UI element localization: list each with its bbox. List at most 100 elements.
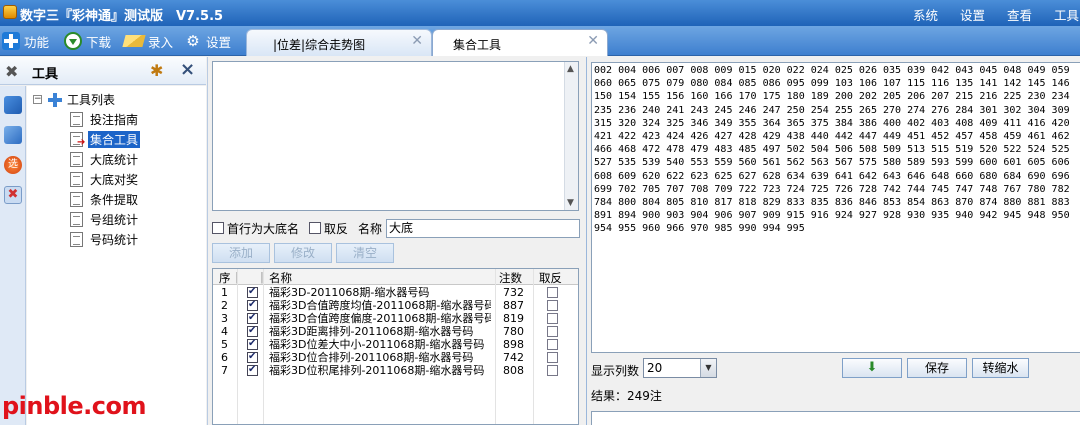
row-seq: 1 <box>221 286 228 299</box>
menu-view[interactable]: 查看 <box>1007 5 1032 24</box>
tool-panel-title: 工具 <box>32 67 59 82</box>
row-count: 742 <box>503 351 524 364</box>
columns-label: 显示列数 <box>591 364 640 378</box>
tool-tree: − 工具列表 投注指南 ➔ 集合工具大底统计大底对奖 条件提取号组统计号码统计 <box>27 86 206 425</box>
row-invert-checkbox[interactable] <box>547 326 558 337</box>
menu-settings[interactable]: 设置 <box>960 5 985 24</box>
tree-item-label: 号码统计 <box>90 232 139 247</box>
action-buttons: 添加 修改 清空 <box>212 243 398 263</box>
columns-select[interactable]: 20 ▼ <box>643 358 717 378</box>
title-bar: 数字三『彩神通』测试版 V7.5.5 系统 设置 查看 工具 <box>0 0 1080 26</box>
row-checkbox[interactable] <box>247 285 258 298</box>
tree-item-label: 大底统计 <box>90 152 139 167</box>
first-line-label: 首行为大底名 <box>227 221 300 236</box>
name-input[interactable]: 大底 <box>386 218 581 238</box>
tab-set-tools[interactable]: 集合工具 ✕ <box>432 29 608 56</box>
settings-gear-icon[interactable]: ✱ <box>150 61 163 80</box>
tree-item[interactable]: 投注指南 <box>70 109 143 129</box>
tree-item[interactable]: 条件提取 <box>70 189 143 209</box>
header-seq[interactable]: 序 <box>219 270 231 286</box>
function-button[interactable]: 功能 <box>2 31 49 51</box>
row-checkbox[interactable] <box>247 311 258 324</box>
first-line-checkbox[interactable] <box>212 222 224 234</box>
menu-tools[interactable]: 工具 <box>1054 5 1080 24</box>
menu-bar: 系统 设置 查看 工具 <box>913 5 1080 24</box>
save-button[interactable]: 保存 <box>907 358 967 378</box>
row-checkbox[interactable] <box>247 363 258 376</box>
function-label: 功能 <box>24 34 50 50</box>
row-invert-checkbox[interactable] <box>547 365 558 376</box>
input-button[interactable]: 录入 <box>122 31 173 51</box>
document-icon <box>70 231 83 247</box>
row-name: 福彩3D合值跨度均值-2011068期-缩水器号码 <box>269 299 491 312</box>
collapse-icon[interactable]: − <box>33 95 42 104</box>
vertical-scrollbar[interactable]: ▲ ▼ <box>564 62 578 210</box>
bottom-text-box[interactable] <box>591 411 1080 425</box>
name-label: 名称 <box>358 221 383 236</box>
tree-item[interactable]: 号码统计 <box>70 229 143 249</box>
table-row[interactable]: 7 福彩3D位积尾排列-2011068期-缩水器号码 808 <box>213 363 578 377</box>
row-checkbox[interactable] <box>247 337 258 350</box>
tools-icon: ✖ <box>5 62 19 81</box>
table-row[interactable]: 1 福彩3D-2011068期-缩水器号码 732 <box>213 285 578 299</box>
row-invert-checkbox[interactable] <box>547 287 558 298</box>
table-row[interactable]: 6 福彩3D位合排列-2011068期-缩水器号码 742 <box>213 350 578 364</box>
pick-icon[interactable]: 选 <box>4 156 22 174</box>
scroll-down-icon[interactable]: ▼ <box>567 198 574 208</box>
close-icon[interactable]: ✕ <box>411 33 423 49</box>
menu-system[interactable]: 系统 <box>913 5 938 24</box>
download-label: 下载 <box>86 34 112 50</box>
row-seq: 3 <box>221 312 228 325</box>
add-button[interactable]: 添加 <box>212 243 270 263</box>
result-count: 结果：249注 <box>591 389 662 403</box>
result-numbers: 002 004 006 007 008 009 015 020 022 024 … <box>592 63 1080 237</box>
table-row[interactable]: 3 福彩3D合值跨度偏度-2011068期-缩水器号码 819 <box>213 311 578 325</box>
tree-item-label: 号组统计 <box>90 212 139 227</box>
result-line: 891 894 900 903 904 906 907 909 915 916 … <box>594 210 1070 222</box>
chart-icon[interactable] <box>4 96 22 114</box>
filter-icon[interactable] <box>4 126 22 144</box>
download-button[interactable]: 下载 <box>64 31 111 51</box>
invert-checkbox[interactable] <box>309 222 322 234</box>
table-row[interactable]: 4 福彩3D距离排列-2011068期-缩水器号码 780 <box>213 324 578 338</box>
row-invert-checkbox[interactable] <box>547 339 558 350</box>
grid-rows: 1 福彩3D-2011068期-缩水器号码 732 2 福彩3D合值跨度均值-20110… <box>213 285 578 377</box>
tree-item[interactable]: ➔ 集合工具 <box>70 129 143 149</box>
close-icon[interactable]: ✕ <box>587 33 599 49</box>
columns-value: 20 <box>647 361 663 375</box>
tree-item-label: 集合工具 <box>88 130 141 148</box>
tab-label: 集合工具 <box>453 38 502 52</box>
document-icon <box>70 191 83 207</box>
row-invert-checkbox[interactable] <box>547 313 558 324</box>
convert-button[interactable]: 转缩水 <box>972 358 1029 378</box>
row-invert-checkbox[interactable] <box>547 352 558 363</box>
tab-trend-chart[interactable]: |位差|综合走势图 ✕ <box>246 29 432 56</box>
result-line: 784 800 804 805 810 817 818 829 833 835 … <box>594 197 1070 209</box>
tree-root[interactable]: − 工具列表 <box>33 91 115 108</box>
result-line: 315 320 324 325 346 349 355 364 365 375 … <box>594 117 1070 129</box>
tree-items: 投注指南 ➔ 集合工具大底统计大底对奖 条件提取号组统计号码统计 <box>70 109 143 249</box>
edit-button[interactable]: 修改 <box>274 243 332 263</box>
table-row[interactable]: 5 福彩3D位差大中小-2011068期-缩水器号码 898 <box>213 337 578 351</box>
table-row[interactable]: 2 福彩3D合值跨度均值-2011068期-缩水器号码 887 <box>213 298 578 312</box>
scroll-up-icon[interactable]: ▲ <box>567 64 574 74</box>
row-checkbox[interactable] <box>247 298 258 311</box>
tree-item[interactable]: 大底对奖 <box>70 169 143 189</box>
row-invert-checkbox[interactable] <box>547 300 558 311</box>
tools-icon[interactable]: ✖ <box>4 186 22 204</box>
tree-item[interactable]: 号组统计 <box>70 209 143 229</box>
header-count[interactable]: 注数 <box>499 270 522 286</box>
header-name[interactable]: 名称 <box>269 270 292 286</box>
chevron-down-icon[interactable]: ▼ <box>700 359 716 377</box>
download-icon <box>64 32 82 50</box>
settings-button[interactable]: ⚙ 设置 <box>184 31 231 51</box>
row-checkbox[interactable] <box>247 350 258 363</box>
number-input-area[interactable]: ▲ ▼ <box>212 61 579 211</box>
close-panel-icon[interactable]: × <box>180 59 195 80</box>
export-button[interactable]: ⬇ <box>842 358 902 378</box>
row-checkbox[interactable] <box>247 324 258 337</box>
clear-button[interactable]: 清空 <box>336 243 394 263</box>
tree-item[interactable]: 大底统计 <box>70 149 143 169</box>
result-text-box[interactable]: 002 004 006 007 008 009 015 020 022 024 … <box>591 62 1080 353</box>
header-invert[interactable]: 取反 <box>539 270 562 286</box>
